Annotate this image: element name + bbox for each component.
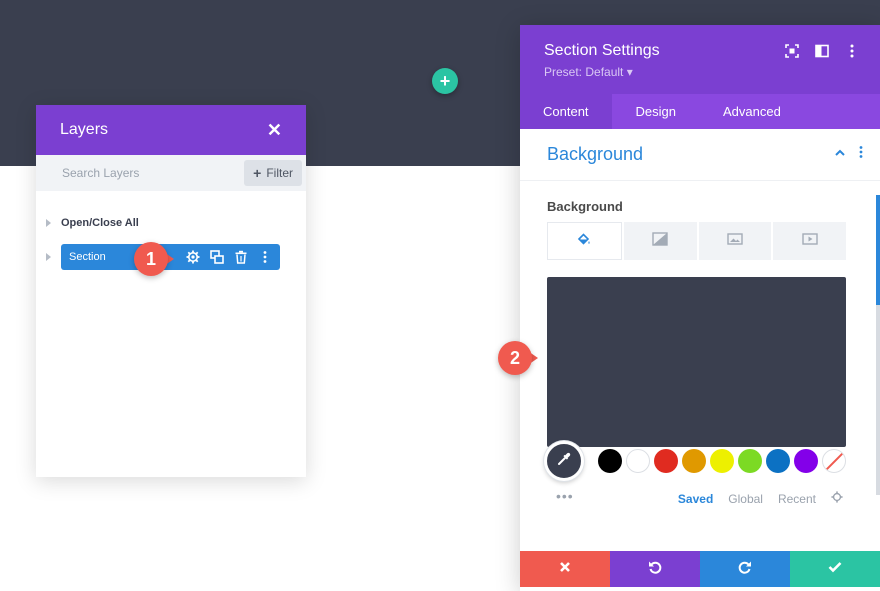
swatch-yellow[interactable] (710, 449, 734, 473)
paint-bucket-icon (577, 232, 591, 251)
plus-icon: + (439, 71, 451, 91)
callout-2-number: 2 (498, 341, 532, 375)
more-vertical-icon[interactable] (258, 250, 272, 264)
gear-icon[interactable] (186, 250, 200, 264)
background-toggle-title: Background (547, 144, 644, 164)
save-button[interactable] (790, 551, 880, 587)
palette-tab-saved[interactable]: Saved (678, 492, 713, 506)
settings-header-actions (784, 43, 860, 59)
redo-button[interactable] (700, 551, 790, 587)
callout-2: 2 (498, 341, 538, 375)
background-color-tab[interactable] (547, 222, 622, 260)
trash-icon[interactable] (234, 250, 248, 264)
settings-header: Section Settings Preset: Default ▾ (520, 25, 880, 94)
eyedropper-icon (556, 451, 572, 472)
background-toggle-actions (834, 145, 866, 164)
settings-tabs: Content Design Advanced (520, 94, 880, 129)
filter-button[interactable]: + Filter (244, 160, 302, 186)
filter-label: Filter (266, 166, 293, 180)
layers-header: Layers ✕ (36, 105, 306, 155)
video-icon (801, 232, 818, 251)
duplicate-icon[interactable] (210, 250, 224, 264)
swatch-blue[interactable] (766, 449, 790, 473)
layers-title: Layers (60, 121, 109, 138)
section-settings-panel: Section Settings Preset: Default ▾ Conte… (520, 25, 880, 591)
plus-icon: + (253, 165, 262, 181)
redo-icon (737, 559, 753, 580)
undo-button[interactable] (610, 551, 700, 587)
checkmark-icon (828, 560, 842, 578)
open-close-all-row[interactable]: Open/Close All (44, 213, 298, 233)
background-color-preview[interactable] (547, 277, 846, 447)
caret-right-icon[interactable] (44, 252, 54, 262)
background-field-label: Background (547, 199, 623, 214)
layers-search-bar: + Filter (36, 155, 306, 191)
gear-icon[interactable] (831, 491, 843, 506)
more-horizontal-icon[interactable]: ••• (556, 488, 574, 504)
palette-tabs: Saved Global Recent (678, 491, 843, 506)
chevron-up-icon[interactable] (834, 146, 846, 164)
eyedropper-button[interactable] (544, 441, 584, 481)
expand-icon[interactable] (784, 43, 800, 59)
palette-tab-global[interactable]: Global (728, 492, 763, 506)
caret-right-icon[interactable] (44, 218, 54, 228)
swatch-green[interactable] (738, 449, 762, 473)
swatch-white[interactable] (626, 449, 650, 473)
tab-advanced[interactable]: Advanced (700, 94, 804, 129)
more-vertical-icon[interactable] (856, 145, 866, 164)
palette-tab-recent[interactable]: Recent (778, 492, 816, 506)
open-close-all-label: Open/Close All (61, 217, 139, 229)
swatch-black[interactable] (598, 449, 622, 473)
callout-1-number: 1 (134, 242, 168, 276)
swatch-red[interactable] (654, 449, 678, 473)
sidebar-split-icon[interactable] (814, 43, 830, 59)
callout-1: 1 (134, 242, 174, 276)
settings-scrollbar[interactable] (876, 195, 880, 495)
swatch-purple[interactable] (794, 449, 818, 473)
discard-button[interactable] (520, 551, 610, 587)
add-section-button[interactable]: + (432, 68, 458, 94)
image-icon (727, 232, 743, 251)
preset-selector[interactable]: Preset: Default ▾ (544, 65, 856, 79)
section-layer-actions (186, 250, 272, 264)
tab-content[interactable]: Content (520, 94, 612, 129)
background-toggle[interactable]: Background (520, 129, 880, 181)
close-icon (559, 560, 571, 578)
background-type-tabs (547, 222, 846, 260)
color-swatches (544, 441, 850, 481)
gradient-icon (652, 231, 668, 251)
background-gradient-tab[interactable] (623, 222, 697, 260)
more-vertical-icon[interactable] (844, 43, 860, 59)
swatch-transparent[interactable] (822, 449, 846, 473)
background-image-tab[interactable] (698, 222, 772, 260)
background-video-tab[interactable] (773, 222, 846, 260)
tab-design[interactable]: Design (612, 94, 700, 129)
undo-icon (647, 559, 663, 580)
settings-footer (520, 551, 880, 587)
caret-down-icon: ▾ (626, 65, 633, 79)
preset-label: Preset: Default (544, 65, 624, 79)
search-layers-input[interactable] (62, 166, 212, 180)
layers-panel: Layers ✕ + Filter Open/Close All Section (36, 105, 306, 477)
section-layer-label: Section (69, 251, 106, 263)
swatch-orange[interactable] (682, 449, 706, 473)
close-icon[interactable]: ✕ (267, 120, 282, 141)
